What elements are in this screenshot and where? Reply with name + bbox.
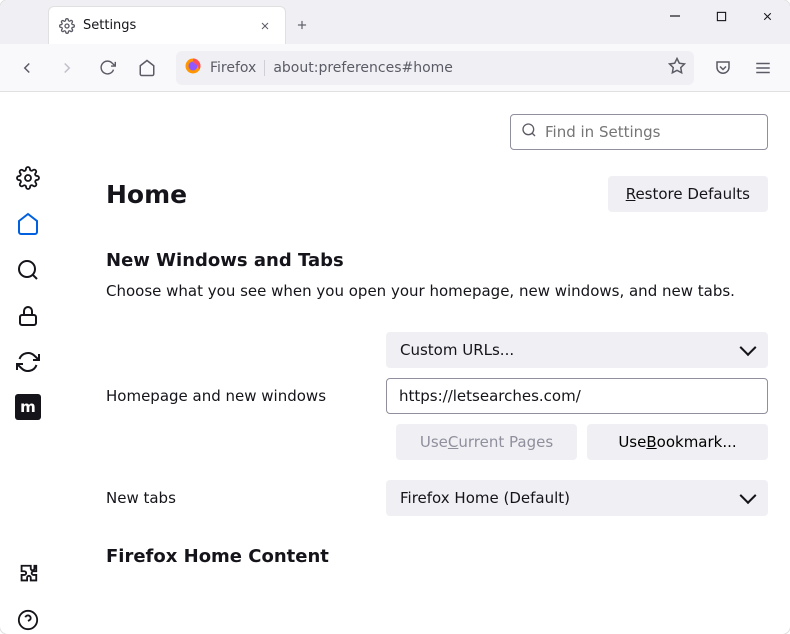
homepage-label: Homepage and new windows <box>106 387 386 405</box>
close-icon[interactable] <box>255 16 275 36</box>
sidebar-item-more[interactable]: m <box>15 394 41 420</box>
sidebar-item-sync[interactable] <box>14 348 42 376</box>
back-button[interactable] <box>10 51 44 85</box>
sidebar-item-privacy[interactable] <box>14 302 42 330</box>
content-area: m Home Restore Defaults New Windows and … <box>0 92 790 634</box>
url-text: about:preferences#home <box>273 60 660 76</box>
restore-defaults-button[interactable]: Restore Defaults <box>608 176 768 212</box>
settings-search[interactable] <box>510 114 768 150</box>
home-button[interactable] <box>130 51 164 85</box>
reload-button[interactable] <box>90 51 124 85</box>
maximize-button[interactable] <box>698 0 744 32</box>
newtabs-select[interactable]: Firefox Home (Default) <box>386 480 768 516</box>
homepage-url-input[interactable] <box>386 378 768 414</box>
sidebar-item-general[interactable] <box>14 164 42 192</box>
section-title-home-content: Firefox Home Content <box>106 546 768 567</box>
page-title: Home <box>106 180 187 209</box>
sidebar-item-home[interactable] <box>14 210 42 238</box>
tab-settings[interactable]: Settings <box>48 6 286 44</box>
sidebar-item-extensions[interactable] <box>14 560 42 588</box>
url-identity: Firefox <box>210 60 265 76</box>
minimize-button[interactable] <box>652 0 698 32</box>
gear-icon <box>59 18 75 34</box>
main-panel: Home Restore Defaults New Windows and Ta… <box>56 92 790 634</box>
settings-search-input[interactable] <box>545 123 757 141</box>
search-icon <box>521 122 537 142</box>
use-bookmark-button[interactable]: Use Bookmark... <box>587 424 768 460</box>
section-title-windows-tabs: New Windows and Tabs <box>106 250 768 271</box>
titlebar: Settings <box>0 0 790 44</box>
homepage-mode-select[interactable]: Custom URLs... <box>386 332 768 368</box>
sidebar: m <box>0 92 56 634</box>
forward-button[interactable] <box>50 51 84 85</box>
use-current-pages-button[interactable]: Use Current Pages <box>396 424 577 460</box>
section-desc: Choose what you see when you open your h… <box>106 281 768 302</box>
sidebar-item-help[interactable] <box>14 606 42 634</box>
menu-button[interactable] <box>746 51 780 85</box>
newtabs-label: New tabs <box>106 489 386 507</box>
sidebar-item-search[interactable] <box>14 256 42 284</box>
bookmark-star-icon[interactable] <box>668 57 686 79</box>
window-controls <box>652 0 790 44</box>
new-tab-button[interactable] <box>286 6 318 44</box>
window-close-button[interactable] <box>744 0 790 32</box>
toolbar: Firefox about:preferences#home <box>0 44 790 92</box>
firefox-logo-icon <box>184 57 202 79</box>
pocket-icon[interactable] <box>706 51 740 85</box>
tab-title: Settings <box>83 18 255 33</box>
url-bar[interactable]: Firefox about:preferences#home <box>176 51 694 85</box>
